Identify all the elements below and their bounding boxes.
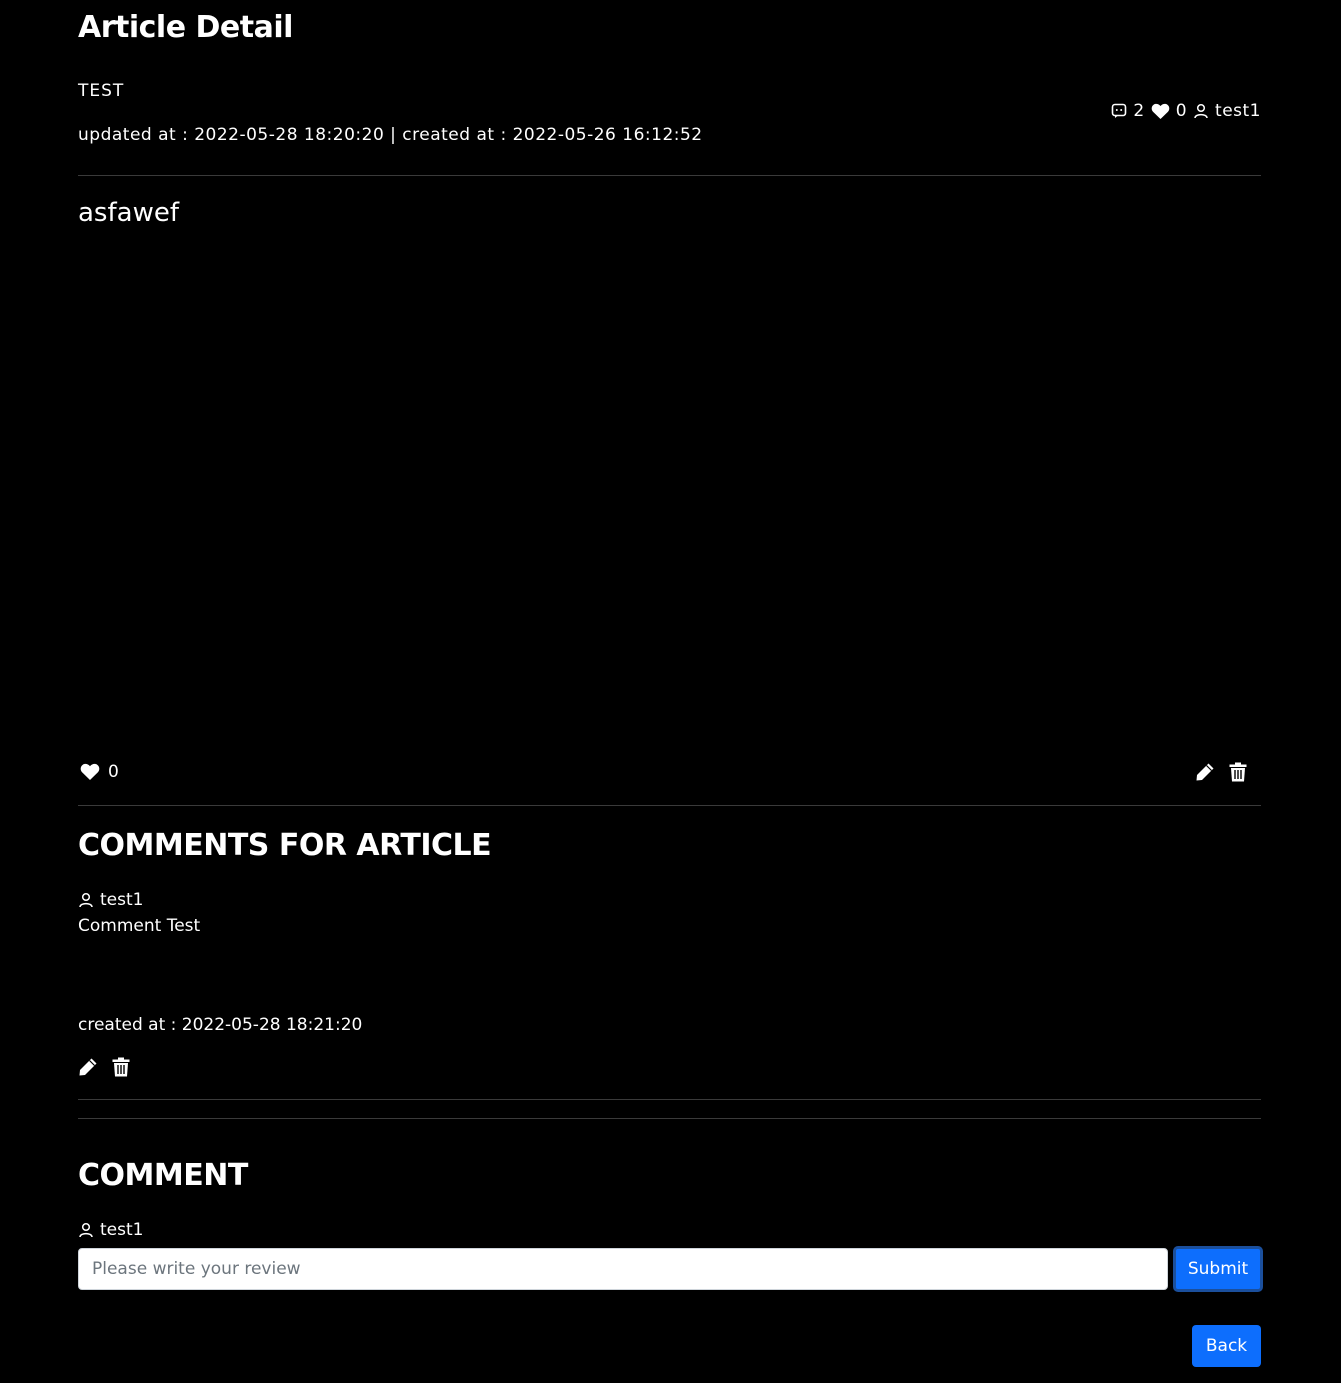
article-body: asfawef <box>78 198 179 228</box>
article-author: test1 <box>1215 101 1261 121</box>
user-icon <box>78 892 94 908</box>
comment-form-author-name: test1 <box>100 1220 144 1240</box>
article-detail-page: Article Detail TEST updated at : 2022-05… <box>78 0 1263 1383</box>
submit-button[interactable]: Submit <box>1173 1246 1263 1292</box>
edit-comment-button[interactable] <box>78 1057 98 1077</box>
header-divider <box>78 175 1261 176</box>
back-button[interactable]: Back <box>1192 1325 1261 1367</box>
trash-icon[interactable] <box>1229 762 1247 782</box>
pencil-icon[interactable] <box>1195 762 1215 782</box>
comment-actions <box>78 1057 130 1077</box>
comments-heading: COMMENTS FOR ARTICLE <box>78 828 492 863</box>
article-like-button[interactable]: 0 <box>80 762 119 782</box>
heart-icon <box>1151 103 1170 120</box>
article-dates: updated at : 2022-05-28 18:20:20 | creat… <box>78 125 703 145</box>
delete-article-button[interactable] <box>1229 762 1247 782</box>
heart-icon[interactable] <box>80 763 100 781</box>
page-title: Article Detail <box>78 10 293 45</box>
comments-section-divider <box>78 1118 1261 1119</box>
comment-date: created at : 2022-05-28 18:21:20 <box>78 1015 363 1035</box>
comment-divider <box>78 1099 1261 1100</box>
delete-comment-button[interactable] <box>112 1057 130 1077</box>
user-icon <box>78 1222 94 1238</box>
user-icon <box>1193 103 1209 119</box>
comment-author-name: test1 <box>100 890 144 910</box>
comment-text: Comment Test <box>78 916 201 936</box>
comment-form-heading: COMMENT <box>78 1158 248 1193</box>
pencil-icon[interactable] <box>78 1057 98 1077</box>
like-count-stat: 0 <box>1151 101 1187 121</box>
article-actions <box>1195 762 1247 782</box>
like-count: 0 <box>1175 101 1188 121</box>
edit-article-button[interactable] <box>1195 762 1215 782</box>
comment-icon <box>1111 103 1127 119</box>
author-stat: test1 <box>1193 101 1261 121</box>
comment-count: 2 <box>1133 101 1145 121</box>
article-divider <box>78 805 1261 806</box>
article-like-count: 0 <box>108 762 119 782</box>
comment-author: test1 <box>78 890 143 910</box>
article-title: TEST <box>78 81 125 101</box>
article-stats: 2 0 test1 <box>1111 101 1261 121</box>
comment-count-stat: 2 <box>1111 101 1144 121</box>
review-input[interactable] <box>78 1248 1168 1290</box>
comment-form-author: test1 <box>78 1220 143 1240</box>
trash-icon[interactable] <box>112 1057 130 1077</box>
